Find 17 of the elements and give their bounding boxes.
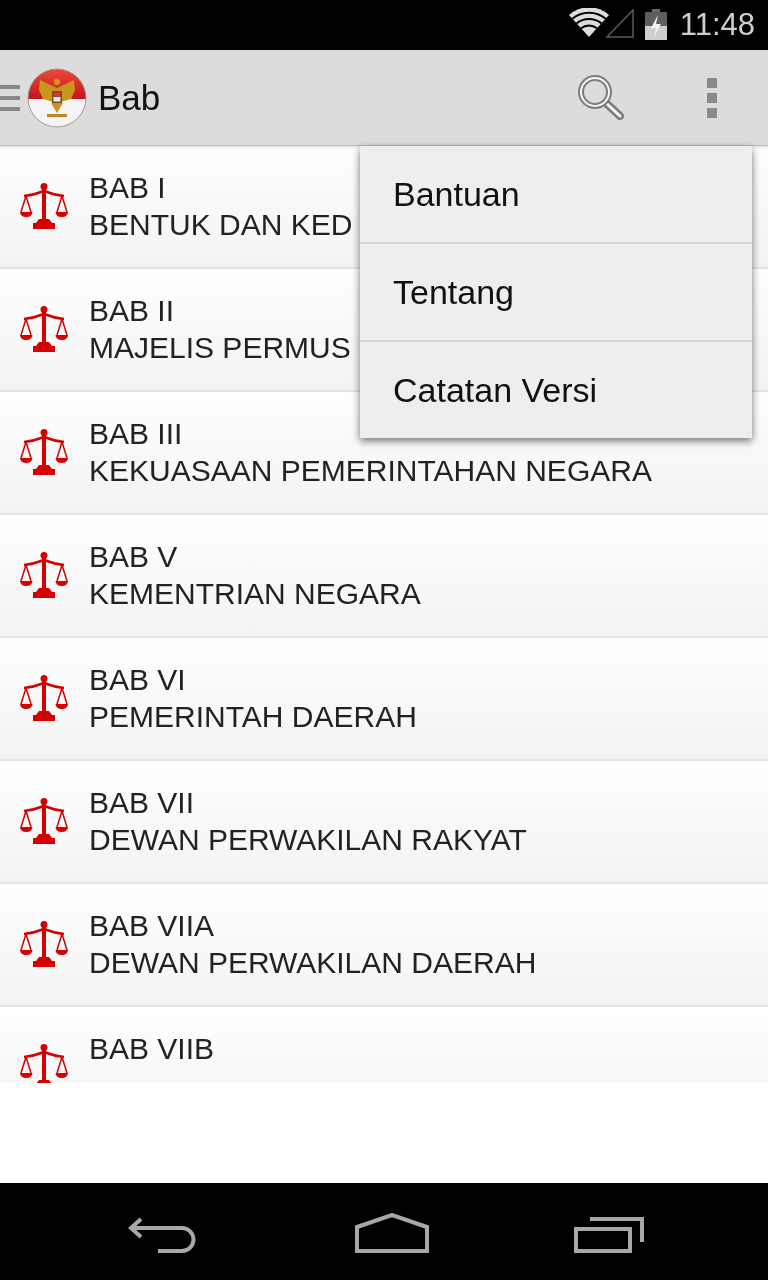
chapter-number: BAB VIIB bbox=[89, 1031, 215, 1067]
chapter-number: BAB VII bbox=[89, 785, 196, 821]
chapter-name: BENTUK DAN KED bbox=[89, 207, 353, 243]
chapter-number: BAB I bbox=[89, 170, 167, 206]
status-time: 11:48 bbox=[679, 7, 755, 43]
chapter-name: PEMERINTAH DAERAH bbox=[89, 699, 417, 735]
chapter-name: KEKUASAAN PEMERINTAHAN NEGARA bbox=[89, 453, 652, 489]
chapter-number: BAB II bbox=[89, 293, 176, 329]
chapter-name: DEWAN PERWAKILAN RAKYAT bbox=[89, 822, 527, 858]
chapter-number: BAB III bbox=[89, 416, 184, 452]
chapter-number: BAB VIIA bbox=[89, 908, 216, 944]
chapter-number: BAB VI bbox=[89, 662, 187, 698]
chapter-name: MAJELIS PERMUS bbox=[89, 330, 351, 366]
app-title: Bab bbox=[98, 76, 161, 119]
chapter-name: KEMENTRIAN NEGARA bbox=[89, 576, 421, 612]
chapter-number: BAB V bbox=[89, 539, 179, 575]
chapter-name: DEWAN PERWAKILAN DAERAH bbox=[89, 945, 537, 981]
